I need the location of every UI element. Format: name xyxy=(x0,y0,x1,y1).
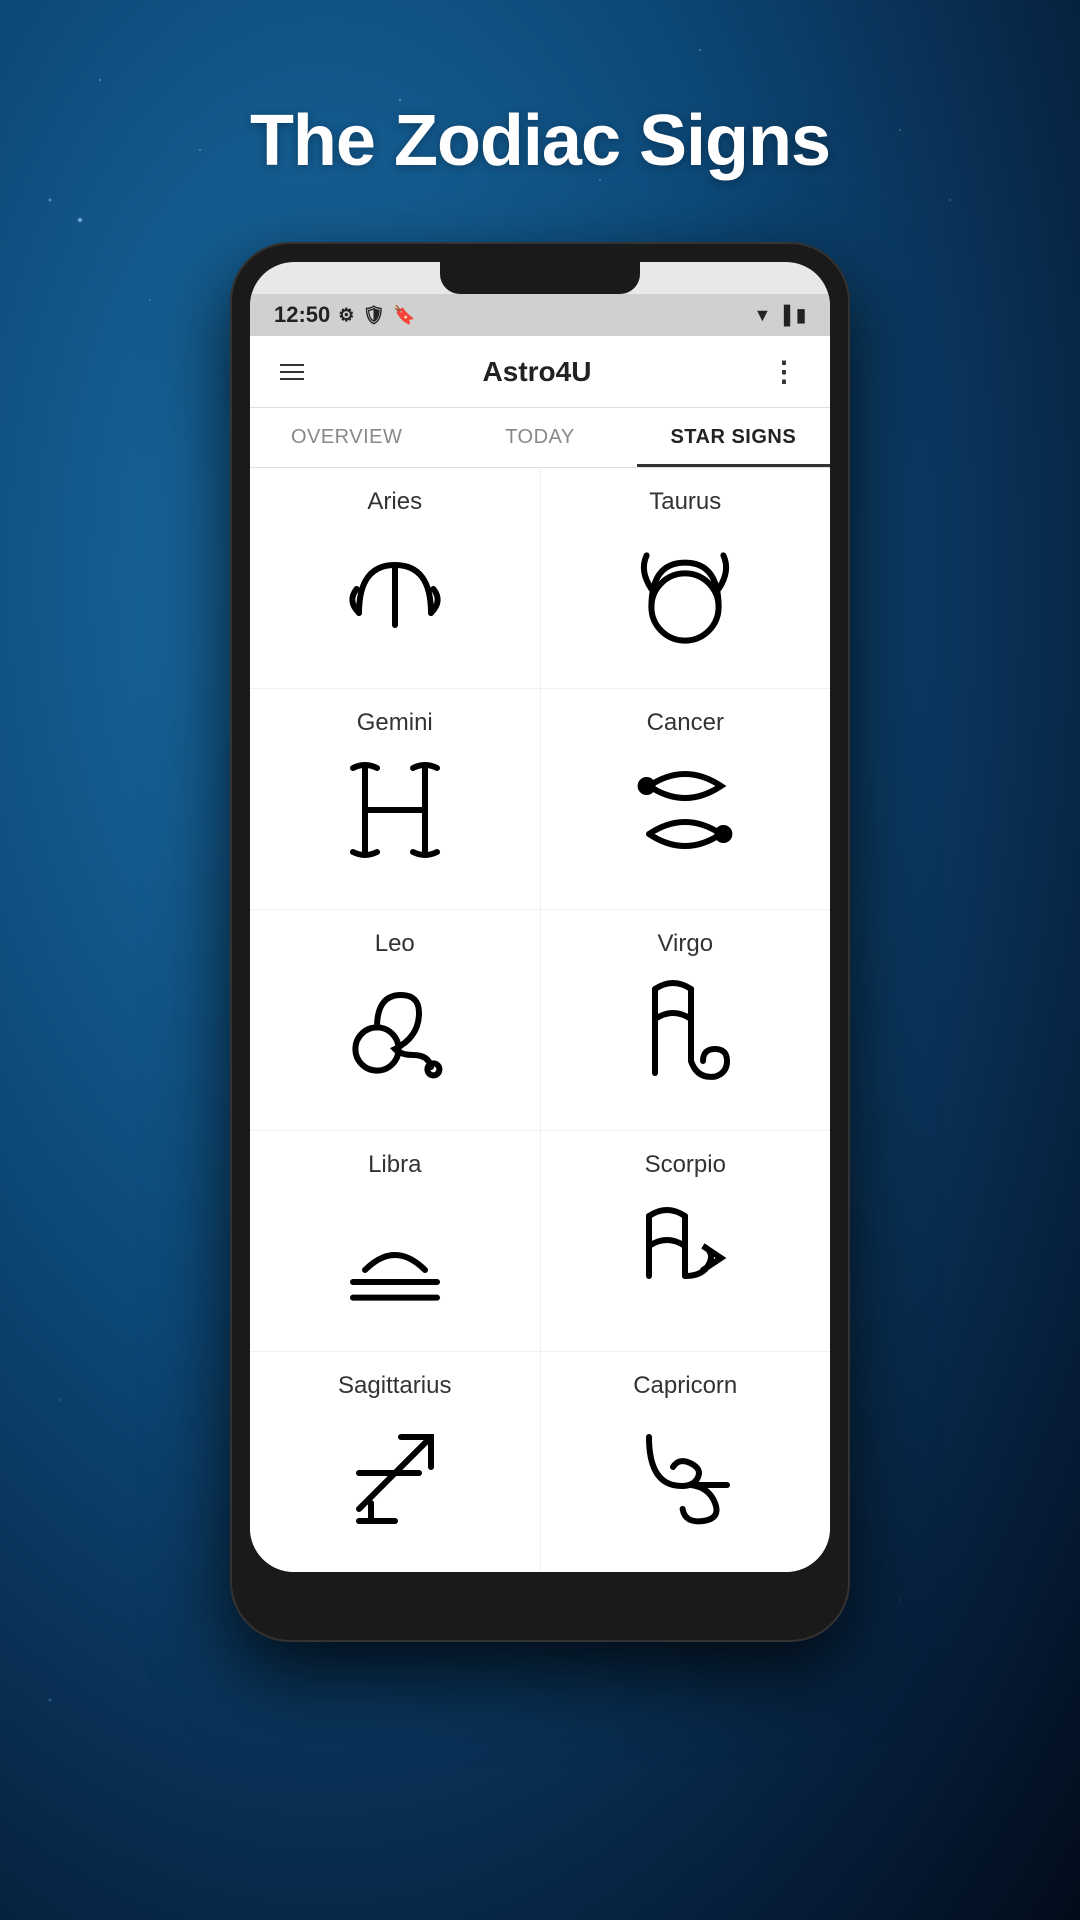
more-button[interactable]: ⋮ xyxy=(760,345,810,398)
zodiac-leo[interactable]: Leo xyxy=(250,910,540,1130)
zodiac-cancer[interactable]: Cancer xyxy=(541,689,831,909)
tab-overview[interactable]: OVERVIEW xyxy=(250,408,443,467)
capricorn-label: Capricorn xyxy=(633,1372,737,1400)
gemini-label: Gemini xyxy=(357,709,433,737)
leo-symbol xyxy=(330,966,460,1096)
aries-label: Aries xyxy=(367,488,422,516)
menu-button[interactable] xyxy=(270,354,314,390)
status-time: 12:50 xyxy=(274,302,330,328)
phone-notch xyxy=(440,262,640,294)
zodiac-libra[interactable]: Libra xyxy=(250,1131,540,1351)
capricorn-symbol xyxy=(620,1408,750,1538)
scorpio-label: Scorpio xyxy=(645,1151,726,1179)
gear-icon: ⚙ xyxy=(338,305,354,326)
app-title: Astro4U xyxy=(314,356,760,388)
zodiac-gemini[interactable]: Gemini xyxy=(250,689,540,909)
app-bar: Astro4U ⋮ xyxy=(250,336,830,408)
page-title: The Zodiac Signs xyxy=(250,100,830,182)
zodiac-capricorn[interactable]: Capricorn xyxy=(541,1352,831,1572)
gemini-symbol xyxy=(330,745,460,875)
zodiac-grid: Aries Taurus xyxy=(250,468,830,1572)
menu-line-3 xyxy=(280,378,304,380)
phone-inner: 12:50 ⚙ 🛡 🔖 ▼ ▐ ▮ Astro4U ⋮ OVERVIEW xyxy=(250,262,830,1572)
menu-line-1 xyxy=(280,364,304,366)
aries-symbol xyxy=(330,524,460,654)
zodiac-sagittarius[interactable]: Sagittarius xyxy=(250,1352,540,1572)
status-left: 12:50 ⚙ 🛡 🔖 xyxy=(274,302,416,328)
cancer-label: Cancer xyxy=(647,709,724,737)
status-bar: 12:50 ⚙ 🛡 🔖 ▼ ▐ ▮ xyxy=(250,294,830,336)
scorpio-symbol xyxy=(620,1187,750,1317)
zodiac-virgo[interactable]: Virgo xyxy=(541,910,831,1130)
zodiac-taurus[interactable]: Taurus xyxy=(541,468,831,688)
taurus-symbol xyxy=(620,524,750,654)
battery-icon: ▮ xyxy=(796,305,806,326)
cancer-symbol xyxy=(620,745,750,875)
wifi-icon: ▼ xyxy=(754,305,772,326)
virgo-label: Virgo xyxy=(657,930,713,958)
tab-star-signs[interactable]: STAR SIGNS xyxy=(637,408,830,467)
phone-frame: 12:50 ⚙ 🛡 🔖 ▼ ▐ ▮ Astro4U ⋮ OVERVIEW xyxy=(230,242,850,1642)
status-right: ▼ ▐ ▮ xyxy=(754,305,807,326)
tab-today[interactable]: TODAY xyxy=(443,408,636,467)
zodiac-aries[interactable]: Aries xyxy=(250,468,540,688)
sagittarius-symbol xyxy=(330,1408,460,1538)
shield-icon: 🛡 xyxy=(362,305,385,326)
leo-label: Leo xyxy=(375,930,415,958)
libra-label: Libra xyxy=(368,1151,421,1179)
libra-symbol xyxy=(330,1187,460,1317)
virgo-symbol xyxy=(620,966,750,1096)
taurus-label: Taurus xyxy=(649,488,721,516)
tabs-bar: OVERVIEW TODAY STAR SIGNS xyxy=(250,408,830,468)
menu-line-2 xyxy=(280,371,304,373)
bookmark-icon: 🔖 xyxy=(393,305,415,326)
zodiac-scorpio[interactable]: Scorpio xyxy=(541,1131,831,1351)
signal-icon: ▐ xyxy=(777,305,790,326)
sagittarius-label: Sagittarius xyxy=(338,1372,451,1400)
